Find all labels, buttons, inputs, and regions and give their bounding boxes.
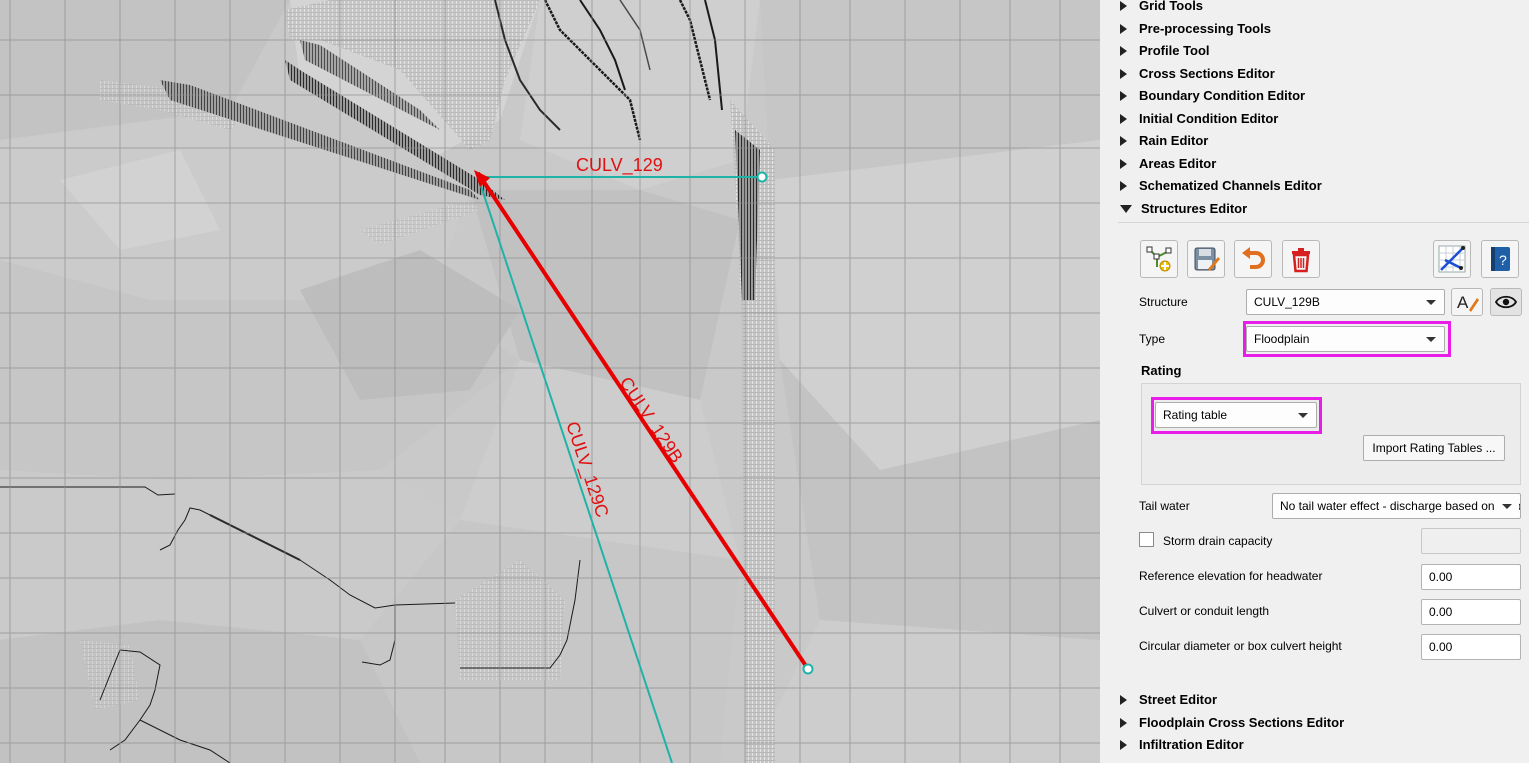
reference-elevation-field[interactable]: 0.00	[1421, 564, 1521, 590]
section-label: Infiltration Editor	[1139, 737, 1244, 752]
collapsed-arrow-icon	[1120, 90, 1127, 101]
help-book-icon: ?	[1491, 247, 1510, 271]
collapsed-arrow-icon	[1120, 180, 1127, 191]
section-label: Initial Condition Editor	[1139, 111, 1279, 126]
tail-water-label: Tail water	[1139, 499, 1190, 513]
section-profile-tool[interactable]: Profile Tool	[1120, 41, 1210, 61]
tail-water-select-value: No tail water effect - discharge based o…	[1280, 499, 1520, 513]
collapsed-arrow-icon	[1120, 135, 1127, 146]
section-street-editor[interactable]: Street Editor	[1120, 690, 1217, 710]
svg-text:?: ?	[1499, 252, 1507, 268]
storm-drain-checkbox[interactable]	[1139, 532, 1154, 547]
reference-elevation-label: Reference elevation for headwater	[1139, 569, 1323, 583]
section-floodplain-cross-sections-editor[interactable]: Floodplain Cross Sections Editor	[1120, 713, 1344, 733]
type-select-value: Floodplain	[1254, 332, 1310, 346]
section-label: Floodplain Cross Sections Editor	[1139, 715, 1345, 730]
schematize-icon	[1438, 245, 1466, 273]
section-structures-editor[interactable]: Structures Editor	[1120, 199, 1247, 219]
rating-group-title: Rating	[1141, 363, 1182, 378]
vertex-culv-129b-end[interactable]	[802, 663, 814, 675]
eye-icon	[1495, 295, 1517, 309]
schematize-button[interactable]	[1433, 240, 1471, 278]
help-button[interactable]: ?	[1481, 240, 1519, 278]
section-label: Street Editor	[1139, 692, 1218, 707]
map-layers[interactable]: CULV_129 CULV_129B CULV_129C	[0, 0, 1100, 763]
label-culv-129: CULV_129	[576, 155, 663, 176]
section-label: Cross Sections Editor	[1139, 66, 1275, 81]
diameter-field[interactable]: 0.00	[1421, 634, 1521, 660]
section-boundary-condition-editor[interactable]: Boundary Condition Editor	[1120, 86, 1305, 106]
structure-select-value: CULV_129B	[1254, 295, 1320, 309]
section-label: Pre-processing Tools	[1139, 21, 1271, 36]
collapsed-arrow-icon	[1120, 23, 1127, 34]
undo-button[interactable]	[1234, 240, 1272, 278]
undo-icon	[1242, 247, 1265, 269]
add-structure-icon	[1146, 246, 1172, 272]
section-rain-editor[interactable]: Rain Editor	[1120, 131, 1208, 151]
rename-icon: A	[1457, 293, 1479, 312]
collapsed-arrow-icon	[1120, 45, 1127, 56]
section-label: Profile Tool	[1139, 43, 1210, 58]
chevron-down-icon	[1426, 337, 1436, 342]
map-canvas[interactable]: CULV_129 CULV_129B CULV_129C	[0, 0, 1100, 763]
section-label: Grid Tools	[1139, 0, 1204, 13]
chevron-down-icon	[1298, 413, 1308, 418]
section-infiltration-editor[interactable]: Infiltration Editor	[1120, 735, 1244, 755]
section-label: Structures Editor	[1141, 201, 1248, 216]
collapsed-arrow-icon	[1120, 113, 1127, 124]
rename-structure-button[interactable]: A	[1451, 288, 1483, 316]
svg-text:A: A	[1457, 293, 1469, 312]
section-label: Rain Editor	[1139, 133, 1209, 148]
diameter-label: Circular diameter or box culvert height	[1139, 639, 1342, 653]
chevron-down-icon	[1426, 300, 1436, 305]
section-label: Schematized Channels Editor	[1139, 178, 1322, 193]
rating-select[interactable]: Rating table	[1155, 402, 1317, 428]
collapsed-arrow-icon	[1120, 68, 1127, 79]
expanded-arrow-icon	[1120, 204, 1132, 213]
culvert-length-field[interactable]: 0.00	[1421, 599, 1521, 625]
section-initial-condition-editor[interactable]: Initial Condition Editor	[1120, 109, 1278, 129]
delete-button[interactable]	[1282, 240, 1320, 278]
save-button[interactable]	[1187, 240, 1225, 278]
collapsed-arrow-icon	[1120, 739, 1127, 750]
section-grid-tools[interactable]: Grid Tools	[1120, 0, 1203, 16]
collapsed-arrow-icon	[1120, 158, 1127, 169]
vertex-culv-129-end[interactable]	[756, 171, 768, 183]
add-structure-button[interactable]	[1140, 240, 1178, 278]
section-label: Areas Editor	[1139, 156, 1217, 171]
section-schematized-channels-editor[interactable]: Schematized Channels Editor	[1120, 176, 1322, 196]
structure-select[interactable]: CULV_129B	[1246, 289, 1445, 315]
section-label: Boundary Condition Editor	[1139, 88, 1306, 103]
collapsed-arrow-icon	[1120, 694, 1127, 705]
rating-select-value: Rating table	[1163, 408, 1228, 422]
toggle-visibility-button[interactable]	[1490, 288, 1522, 316]
trash-icon	[1292, 248, 1310, 273]
structure-label: Structure	[1139, 295, 1188, 309]
collapsed-arrow-icon	[1120, 0, 1127, 11]
save-icon	[1194, 247, 1220, 271]
chevron-down-icon	[1502, 504, 1512, 509]
section-cross-sections-editor[interactable]: Cross Sections Editor	[1120, 64, 1275, 84]
culvert-length-label: Culvert or conduit length	[1139, 604, 1270, 618]
type-select[interactable]: Floodplain	[1246, 326, 1445, 352]
storm-drain-label: Storm drain capacity	[1163, 534, 1273, 548]
collapsed-arrow-icon	[1120, 717, 1127, 728]
tail-water-select[interactable]: No tail water effect - discharge based o…	[1272, 493, 1521, 519]
storm-drain-capacity-field[interactable]	[1421, 528, 1521, 554]
type-label: Type	[1139, 332, 1166, 346]
section-areas-editor[interactable]: Areas Editor	[1120, 154, 1216, 174]
section-pre-processing-tools[interactable]: Pre-processing Tools	[1120, 19, 1271, 39]
import-rating-tables-button[interactable]: Import Rating Tables ...	[1363, 435, 1505, 461]
